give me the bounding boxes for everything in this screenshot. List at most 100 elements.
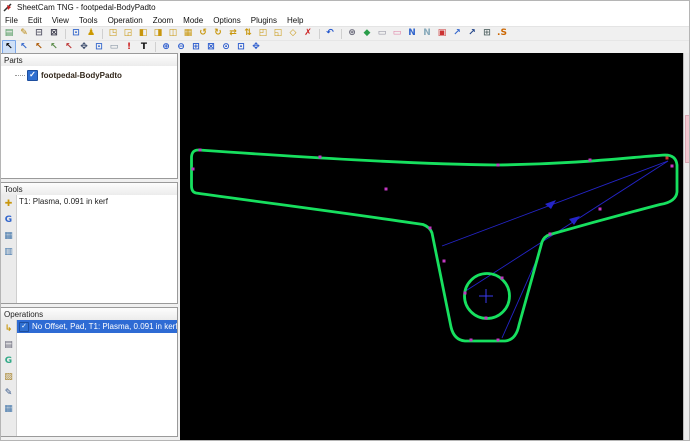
part-visibility-checkbox[interactable]: ✓ — [27, 69, 38, 81]
drawing-canvas[interactable] — [180, 53, 690, 441]
new-job-icon[interactable]: ▤ — [2, 27, 16, 41]
print-icon[interactable]: ⊟ — [32, 27, 46, 41]
nesting-icon[interactable]: ▭ — [390, 27, 404, 41]
bottom-strip — [0, 437, 178, 441]
tree-branch-line — [15, 74, 25, 76]
mirror-v-icon[interactable]: ⇅ — [241, 27, 255, 41]
title-bar: SheetCam TNG - footpedal-BodyPadto — [0, 0, 690, 14]
tools-button-strip: ✚ G ▦ ▥ — [1, 195, 17, 303]
zoom-extents-icon[interactable]: ⊠ — [204, 40, 218, 54]
toolbar-separator — [63, 28, 68, 40]
options[interactable]: Options — [208, 16, 246, 25]
parts-panel: Parts ✓ footpedal-BodyPadto — [0, 53, 178, 179]
post-process-icon[interactable]: .S — [495, 27, 509, 41]
rect-select-icon[interactable]: ▭ — [107, 40, 121, 54]
part-tree-item[interactable]: ✓ footpedal-BodyPadto — [1, 69, 177, 81]
edit-points-icon[interactable]: ↖ — [32, 40, 46, 54]
ref-point-icon[interactable]: ▣ — [435, 27, 449, 41]
scale-part-icon[interactable]: ◇ — [286, 27, 300, 41]
main-content: Parts ✓ footpedal-BodyPadto Tools ✚ G ▦ … — [0, 53, 690, 441]
toolbar-separator — [339, 28, 344, 40]
measure-icon[interactable]: ↖ — [47, 40, 61, 54]
tool-table-icon[interactable]: ▦ — [2, 229, 16, 243]
toolbar-separator — [100, 28, 105, 40]
canvas-vertical-scrollbar[interactable] — [683, 53, 690, 441]
pen-colors-icon[interactable]: ! — [122, 40, 136, 54]
pan-icon[interactable]: ✥ — [249, 40, 263, 54]
copy-part-icon[interactable]: ◧ — [136, 27, 150, 41]
part-outline-path — [190, 148, 679, 343]
plugins[interactable]: Plugins — [246, 16, 282, 25]
operation[interactable]: Operation — [103, 16, 148, 25]
zoom-out-icon[interactable]: ⊖ — [174, 40, 188, 54]
tools[interactable]: Tools — [74, 16, 103, 25]
text-tool-icon[interactable]: T — [137, 40, 151, 54]
plate-icon[interactable]: ▭ — [375, 27, 389, 41]
array-part-icon[interactable]: ▦ — [181, 27, 195, 41]
tool-gcode-icon[interactable]: G — [2, 213, 16, 227]
zoom-part-icon[interactable]: ⊙ — [219, 40, 233, 54]
path-rules-alt-icon[interactable]: N — [420, 27, 434, 41]
new-tool-icon[interactable]: ✚ — [2, 197, 16, 211]
paste-part-icon[interactable]: ◨ — [151, 27, 165, 41]
mode[interactable]: Mode — [178, 16, 208, 25]
run-job-icon[interactable]: ⊞ — [480, 27, 494, 41]
select-op-icon[interactable]: ↖ — [62, 40, 76, 54]
operation-list-item[interactable]: ✓ No Offset, Pad, T1: Plasma, 0.091 in k… — [17, 320, 177, 333]
zoom-window-icon[interactable]: ⊞ — [189, 40, 203, 54]
lower-part-icon[interactable]: ◱ — [271, 27, 285, 41]
toolbar-view: ↖ ↖ ↖ ↖ ↖ ✥ ⊡ ▭ ! T ⊕ ⊖ ⊞ ⊠ ⊙ ⊡ ✥ — [0, 40, 690, 54]
path-node-marks — [191, 148, 674, 342]
move-origin-icon[interactable]: ↗ — [450, 27, 464, 41]
tool-label: T1: Plasma, 0.091 in kerf — [19, 197, 108, 206]
zoom[interactable]: Zoom — [148, 16, 178, 25]
show-machine-icon[interactable]: ⊡ — [92, 40, 106, 54]
toolbar-separator — [153, 41, 158, 53]
file[interactable]: File — [0, 16, 23, 25]
view[interactable]: View — [47, 16, 74, 25]
select-tool-icon[interactable]: ↖ — [2, 40, 16, 54]
mirror-h-icon[interactable]: ⇄ — [226, 27, 240, 41]
edit[interactable]: Edit — [23, 16, 47, 25]
tools-list: T1: Plasma, 0.091 in kerf — [17, 195, 177, 303]
material-icon[interactable]: ◆ — [360, 27, 374, 41]
snap-select-icon[interactable]: ↖ — [17, 40, 31, 54]
op-gcode-icon[interactable]: G — [2, 354, 16, 368]
import-drawing-icon[interactable]: ◳ — [106, 27, 120, 41]
help[interactable]: Help — [282, 16, 308, 25]
delete-part-icon[interactable]: ✗ — [301, 27, 315, 41]
op-pen-icon[interactable]: ✎ — [2, 386, 16, 400]
program-options-icon[interactable]: ⊛ — [345, 27, 359, 41]
raise-part-icon[interactable]: ◰ — [256, 27, 270, 41]
part-view — [190, 148, 679, 343]
duplicate-part-icon[interactable]: ◫ — [166, 27, 180, 41]
op-copy-icon[interactable]: ▨ — [2, 370, 16, 384]
path-rules-icon[interactable]: N — [405, 27, 419, 41]
open-job-icon[interactable]: ✎ — [17, 27, 31, 41]
tool-list-item[interactable]: T1: Plasma, 0.091 in kerf — [17, 195, 177, 208]
scrollbar-thumb[interactable] — [685, 115, 690, 163]
part-name-label[interactable]: footpedal-BodyPadto — [41, 71, 122, 80]
screen-capture-icon[interactable]: ⊠ — [47, 27, 61, 41]
show-machine-icon[interactable]: ⊡ — [69, 27, 83, 41]
left-panel-column: Parts ✓ footpedal-BodyPadto Tools ✚ G ▦ … — [0, 53, 178, 441]
edit-part-icon[interactable]: ◲ — [121, 27, 135, 41]
operation-enabled-checkbox[interactable]: ✓ — [19, 321, 29, 332]
undo-icon[interactable]: ↶ — [323, 27, 337, 41]
op-edit-icon[interactable]: ▤ — [2, 338, 16, 352]
move-tool-icon[interactable]: ✥ — [77, 40, 91, 54]
rotate-ccw-icon[interactable]: ↺ — [196, 27, 210, 41]
rapid-direction-arrow — [545, 200, 556, 209]
rotate-cw-icon[interactable]: ↻ — [211, 27, 225, 41]
toolbar-separator — [317, 28, 322, 40]
op-table-icon[interactable]: ▦ — [2, 402, 16, 416]
zoom-in-icon[interactable]: ⊕ — [159, 40, 173, 54]
zoom-sheet-icon[interactable]: ⊡ — [234, 40, 248, 54]
toolbar-main: ▤ ✎ ⊟ ⊠ ⊡ ♟ ◳ ◲ ◧ ◨ ◫ ▦ ↺ ↻ ⇄ ⇅ ◰ ◱ ◇ ✗ … — [0, 27, 690, 40]
tool-table-alt-icon[interactable]: ▥ — [2, 245, 16, 259]
operations-button-strip: ↳ ▤ G ▨ ✎ ▦ — [1, 320, 17, 436]
window-title: SheetCam TNG - footpedal-BodyPadto — [17, 2, 156, 12]
set-origin-icon[interactable]: ↗ — [465, 27, 479, 41]
job-options-icon[interactable]: ♟ — [84, 27, 98, 41]
op-insert-icon[interactable]: ↳ — [2, 322, 16, 336]
